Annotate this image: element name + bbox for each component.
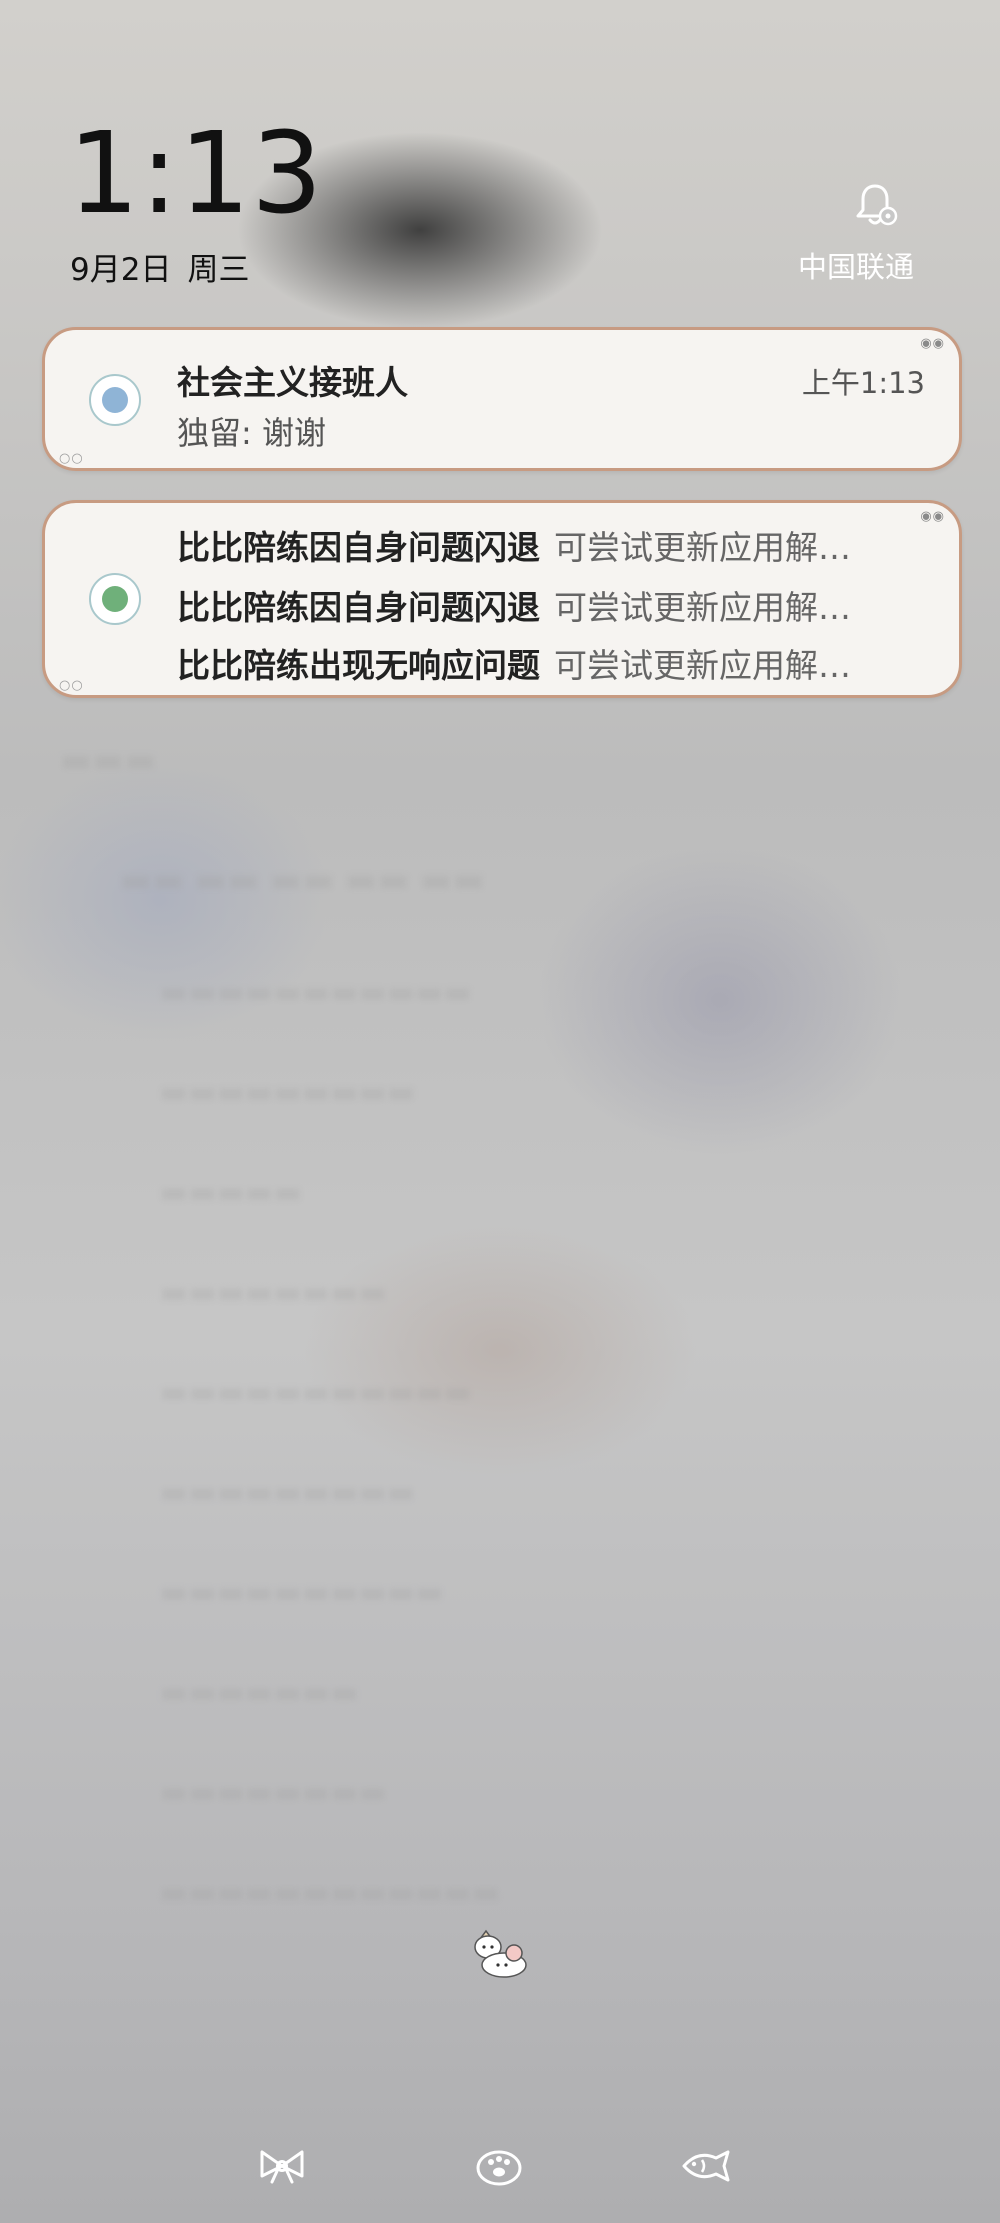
blurred-background-text: ▬▬▬▬▬▬▬▬ [160, 1275, 387, 1310]
app-icon-chat [89, 374, 141, 426]
blurred-background-text: ▬▬▬▬▬▬▬▬ [160, 1775, 387, 1810]
notification-line-title: 比比陪练因自身问题闪退 [177, 528, 540, 567]
blurred-background-text: ▬▬▬▬▬▬▬ [160, 1675, 359, 1710]
notification-card-message[interactable]: ◉◉ ○○ 社会主义接班人 上午1:13 独留: 谢谢 [42, 327, 962, 471]
decor-paw-icon: ○○ [59, 451, 84, 466]
notification-line-message: 可尝试更新应用解… [554, 646, 851, 685]
notification-title: 社会主义接班人 [177, 363, 408, 402]
paw-icon[interactable] [473, 2146, 525, 2186]
blurred-background-text: ▬▬▬▬▬▬▬▬▬ [160, 1075, 416, 1110]
lockscreen-date: 9月2日 周三 [70, 244, 265, 289]
blurred-background-text: ▬▬▬▬▬ [160, 1175, 302, 1210]
decor-paw-icon: ○○ [59, 678, 84, 693]
notification-card-system[interactable]: ◉◉ ○○ 比比陪练因自身问题闪退 可尝试更新应用解… 比比陪练因自身问题闪退 可尝… [42, 500, 962, 698]
cat-sticker-icon [474, 1929, 527, 1978]
bow-icon[interactable] [256, 2146, 308, 2186]
app-icon-system [89, 573, 141, 625]
fish-icon[interactable] [680, 2146, 732, 2186]
blurred-background-text: ▬▬▬▬▬▬▬▬▬▬ [160, 1575, 444, 1610]
notification-time: 上午1:13 [801, 366, 925, 400]
notification-line-message: 可尝试更新应用解… [554, 588, 851, 627]
blurred-background-text: ▬▬▬▬▬▬▬▬▬▬▬▬ [160, 1875, 501, 1910]
notification-line-message: 可尝试更新应用解… [554, 528, 851, 567]
notification-message: 独留: 谢谢 [177, 414, 326, 452]
blurred-background-text: ▬▬ ▬▬ ▬▬ ▬▬ ▬▬ [120, 860, 485, 900]
lockscreen-clock: 1:13 [68, 109, 324, 239]
blurred-background-text: ▬▬▬ [60, 740, 157, 780]
date-day: 9月2日 [70, 252, 172, 288]
blurred-background-text: ▬▬▬▬▬▬▬▬▬▬▬ [160, 1375, 472, 1410]
bell-settings-icon[interactable] [848, 178, 902, 232]
notification-line: 比比陪练因自身问题闪退 可尝试更新应用解… [177, 521, 937, 569]
notification-line: 比比陪练因自身问题闪退 可尝试更新应用解… [177, 581, 937, 629]
blurred-background-text: ▬▬▬▬▬▬▬▬▬▬▬ [160, 975, 472, 1010]
blurred-background-text: ▬▬▬▬▬▬▬▬▬ [160, 1475, 416, 1510]
decor-eyes-icon: ◉◉ [920, 336, 945, 351]
notification-line-title: 比比陪练因自身问题闪退 [177, 588, 540, 627]
notification-line: 比比陪练出现无响应问题 可尝试更新应用解… [177, 639, 937, 687]
notification-line-title: 比比陪练出现无响应问题 [177, 646, 540, 685]
date-weekday: 周三 [187, 252, 250, 288]
carrier-name: 中国联通 [798, 250, 915, 284]
